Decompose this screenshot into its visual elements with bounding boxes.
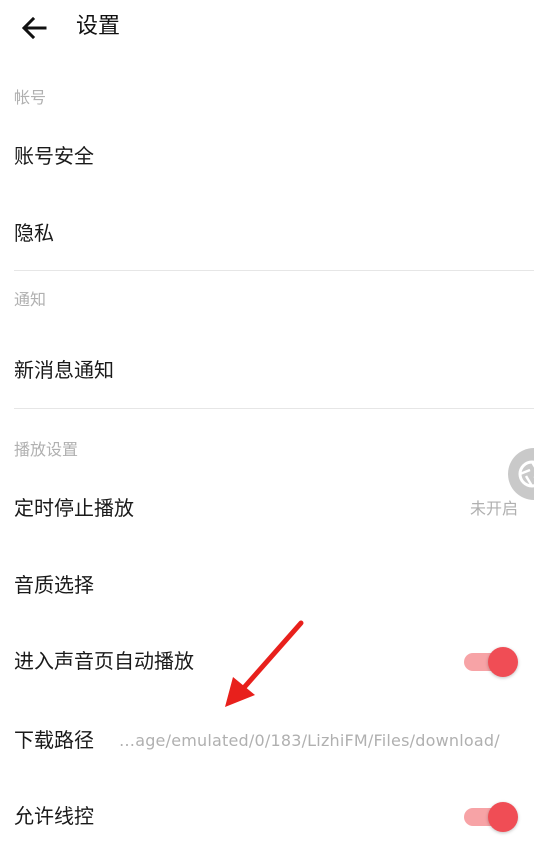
- sleep-timer-item[interactable]: 定时停止播放 未开启: [0, 480, 534, 536]
- download-path-label: 下载路径: [14, 728, 94, 752]
- section-divider: [14, 408, 534, 409]
- sleep-timer-label: 定时停止播放: [14, 496, 134, 520]
- autoplay-item[interactable]: 进入声音页自动播放: [0, 633, 534, 689]
- download-path-item[interactable]: 下载路径 …age/emulated/0/183/LizhiFM/Files/d…: [0, 712, 534, 768]
- autoplay-label: 进入声音页自动播放: [14, 649, 194, 673]
- back-button[interactable]: [18, 12, 50, 44]
- wire-control-item[interactable]: 允许线控: [0, 788, 534, 844]
- new-message-notification-label: 新消息通知: [14, 358, 114, 382]
- autoplay-toggle[interactable]: [462, 647, 518, 677]
- section-header-notification: 通知: [14, 290, 47, 309]
- wire-control-toggle[interactable]: [462, 802, 518, 832]
- section-divider: [14, 270, 534, 271]
- toggle-knob: [488, 647, 518, 677]
- privacy-label: 隐私: [14, 221, 54, 245]
- sleep-timer-status: 未开启: [469, 499, 518, 518]
- section-header-account: 帐号: [14, 88, 47, 107]
- arrow-left-icon: [21, 17, 47, 39]
- wire-control-label: 允许线控: [14, 804, 94, 828]
- top-bar: 设置: [0, 0, 534, 56]
- toggle-knob: [488, 802, 518, 832]
- audio-quality-item[interactable]: 音质选择: [0, 557, 534, 613]
- account-security-item[interactable]: 账号安全: [0, 128, 534, 184]
- audio-quality-label: 音质选择: [14, 573, 94, 597]
- new-message-notification-item[interactable]: 新消息通知: [0, 342, 534, 398]
- section-header-playback: 播放设置: [14, 440, 79, 459]
- aperture-icon: [518, 460, 534, 488]
- download-path-value: …age/emulated/0/183/LizhiFM/Files/downlo…: [119, 731, 500, 750]
- privacy-item[interactable]: 隐私: [0, 205, 534, 261]
- account-security-label: 账号安全: [14, 144, 94, 168]
- page-title: 设置: [76, 14, 121, 39]
